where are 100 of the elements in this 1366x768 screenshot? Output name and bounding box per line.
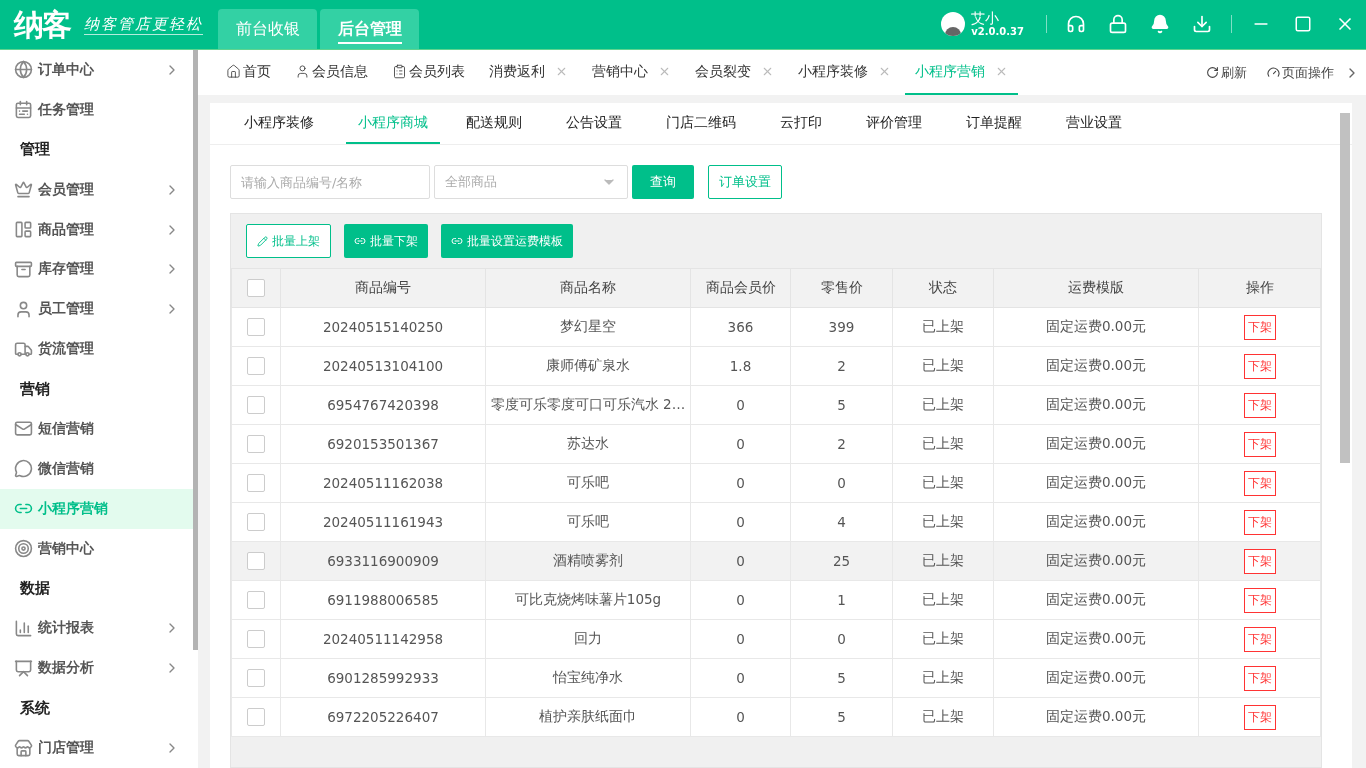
sidebar-item[interactable]: 货流管理 [0,329,193,370]
table-cell: 6972205226407 [280,697,486,737]
row-checkbox[interactable] [247,357,265,375]
page-actions-button[interactable]: 页面操作 [1257,50,1344,95]
table-cell: 可乐吧 [485,463,691,503]
page-tab[interactable]: 会员裂变 [685,50,784,95]
row-checkbox[interactable] [247,474,265,492]
delist-button[interactable]: 下架 [1243,314,1276,340]
table-row[interactable]: 20240511142958 回力 0 0 已上架 固定运费0.00元 下架 [231,619,1321,659]
row-checkbox[interactable] [247,435,265,453]
close-icon[interactable] [658,65,671,78]
sub-tab[interactable]: 配送规则 [454,103,534,144]
page-tab[interactable]: 首页 [216,50,281,95]
close-icon[interactable] [761,65,774,78]
row-checkbox[interactable] [247,669,265,687]
table-row[interactable]: 6933116900909 酒精喷雾剂 0 25 已上架 固定运费0.00元 下架 [231,541,1321,581]
column-header: 商品编号 [280,268,486,308]
table-row[interactable]: 20240511161943 可乐吧 0 4 已上架 固定运费0.00元 下架 [231,502,1321,542]
page-tab[interactable]: 小程序装修 [788,50,901,95]
sidebar-item[interactable]: 任务管理 [0,89,193,130]
page-tab[interactable]: 消费返利 [479,50,578,95]
table-cell: 0 [690,502,791,542]
sidebar-item[interactable]: 员工管理 [0,289,193,330]
table-cell: 植护亲肤纸面巾 [485,697,691,737]
sub-tab[interactable]: 云打印 [768,103,834,144]
monitor-icon [14,658,33,678]
delist-button[interactable]: 下架 [1243,704,1276,730]
table-row[interactable]: 20240515140250 梦幻星空 366 399 已上架 固定运费0.00元 下架 [231,307,1321,347]
delist-button[interactable]: 下架 [1243,626,1276,652]
table-row[interactable]: 6911988006585 可比克烧烤味薯片105g 0 1 已上架 固定运费0.00元 下架 [231,580,1321,620]
table-cell: 固定运费0.00元 [993,346,1199,386]
delist-button[interactable]: 下架 [1243,509,1276,535]
row-checkbox[interactable] [247,708,265,726]
column-header: 操作 [1198,268,1321,308]
sub-tab[interactable]: 评价管理 [854,103,934,144]
table-row[interactable]: 6920153501367 苏达水 0 2 已上架 固定运费0.00元 下架 [231,424,1321,464]
row-checkbox[interactable] [247,552,265,570]
table-cell: 怡宝纯净水 [485,658,691,698]
sidebar-item[interactable]: 门店管理 [0,728,193,768]
sub-tab[interactable]: 营业设置 [1054,103,1134,144]
close-icon[interactable] [995,65,1008,78]
table-cell: 366 [690,307,791,347]
sidebar-item[interactable]: 统计报表 [0,608,193,649]
close-icon[interactable] [878,65,891,78]
select-all-checkbox[interactable] [247,279,265,297]
delist-button[interactable]: 下架 [1243,392,1276,418]
page-tab[interactable]: 会员信息 [285,50,378,95]
row-checkbox[interactable] [247,630,265,648]
table-row[interactable]: 6901285992933 怡宝纯净水 0 5 已上架 固定运费0.00元 下架 [231,658,1321,698]
sidebar-item[interactable]: 库存管理 [0,249,193,290]
sidebar-item[interactable]: 营销中心 [0,528,193,569]
row-checkbox[interactable] [247,591,265,609]
sidebar-item[interactable]: 会员管理 [0,169,193,210]
sidebar-heading: 系统 [19,697,51,719]
page-tab[interactable]: 会员列表 [382,50,475,95]
delist-button[interactable]: 下架 [1243,548,1276,574]
table-cell: 固定运费0.00元 [993,502,1199,542]
table-cell: 已上架 [892,541,994,581]
table-cell: 苏达水 [485,424,691,464]
table-row[interactable]: 20240513104100 康师傅矿泉水 1.8 2 已上架 固定运费0.00元 下架 [231,346,1321,386]
table-row[interactable]: 6972205226407 植护亲肤纸面巾 0 5 已上架 固定运费0.00元 下架 [231,697,1321,737]
table-cell: 5 [790,658,893,698]
table-cell: 20240515140250 [280,307,486,347]
table-row[interactable]: 6954767420398 零度可乐零度可口可乐汽水 2… 0 5 已上架 固定运费0.00元 下架 [231,385,1321,425]
sidebar-heading: 管理 [19,139,51,161]
page-tab[interactable]: 营销中心 [582,50,681,95]
refresh-button[interactable]: 刷新 [1196,50,1257,95]
target-icon [14,539,33,559]
delist-button[interactable]: 下架 [1243,665,1276,691]
delist-button[interactable]: 下架 [1243,470,1276,496]
search-field[interactable]: 请输入商品编号/名称 [230,165,430,199]
table-cell: 0 [690,697,791,737]
sidebar-item[interactable]: 微信营销 [0,448,193,489]
sidebar-item[interactable]: 订单中心 [0,50,193,90]
close-icon[interactable] [555,65,568,78]
store-icon [14,738,33,758]
delist-button[interactable]: 下架 [1243,353,1276,379]
sub-tab[interactable]: 门店二维码 [654,103,748,144]
sub-tab[interactable]: 公告设置 [554,103,634,144]
logo: 纳客 [14,6,70,44]
user-icon [295,64,310,79]
table-cell: 已上架 [892,463,994,503]
delist-button[interactable]: 下架 [1243,431,1276,457]
sidebar-item[interactable]: 数据分析 [0,648,193,689]
row-checkbox[interactable] [247,513,265,531]
scrollbar[interactable] [1340,113,1350,463]
row-checkbox[interactable] [247,318,265,336]
table-cell: 0 [690,424,791,464]
sidebar-label: 小程序营销 [38,499,109,518]
delist-button[interactable]: 下架 [1243,587,1276,613]
sub-tab[interactable]: 订单提醒 [954,103,1034,144]
table-cell: 1.8 [690,346,791,386]
scrollbar[interactable] [193,50,198,650]
table-cell: 6954767420398 [280,385,486,425]
table-row[interactable]: 20240511162038 可乐吧 0 0 已上架 固定运费0.00元 下架 [231,463,1321,503]
sidebar-item[interactable]: 短信营销 [0,409,193,449]
sub-tab[interactable]: 小程序装修 [232,103,326,144]
row-checkbox[interactable] [247,396,265,414]
sidebar-item[interactable]: 商品管理 [0,209,193,250]
table-cell: 固定运费0.00元 [993,424,1199,464]
